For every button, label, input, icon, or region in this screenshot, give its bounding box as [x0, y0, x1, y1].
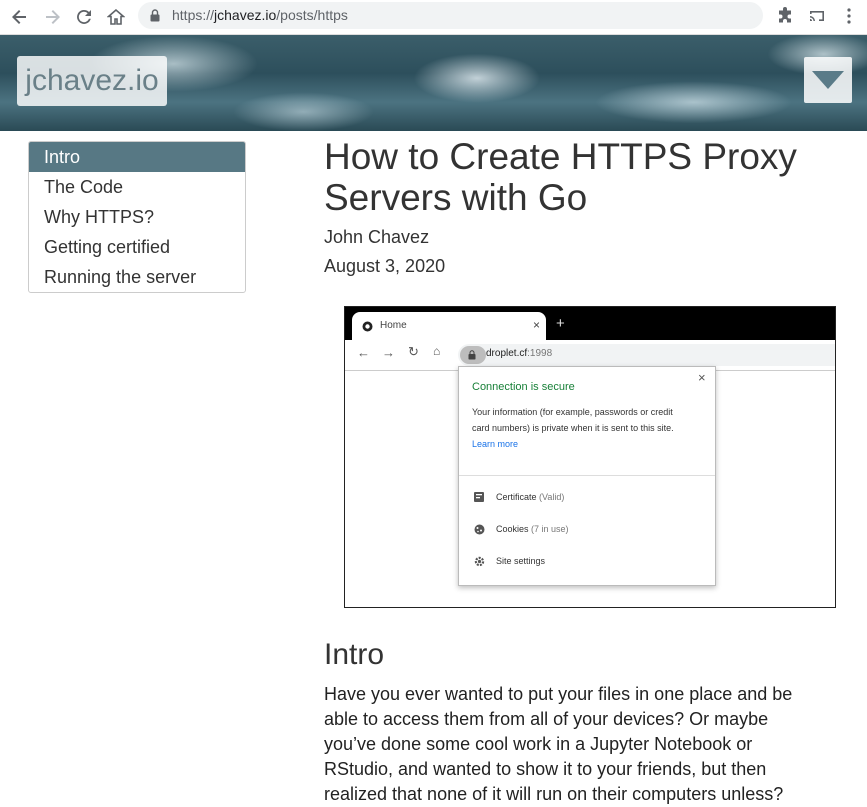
url-host: jchavez.io: [214, 7, 277, 23]
popup-divider: [459, 475, 715, 476]
certificate-row: Certificate (Valid): [496, 492, 564, 502]
figure-url-port: :1998: [527, 348, 553, 359]
cookie-icon: [474, 524, 485, 535]
article-author: John Chavez: [324, 227, 430, 247]
gear-icon: [474, 556, 485, 567]
close-icon: ×: [533, 318, 541, 332]
plus-icon: +: [556, 315, 565, 332]
certificate-label: Certificate: [496, 492, 537, 502]
article-screenshot-figure: Home × + ← → ↻ ⌂ droplet.cf:1998 × Conne…: [344, 306, 836, 608]
site-info-popup: × Connection is secure Your information …: [458, 366, 716, 586]
globe-icon: [362, 321, 373, 332]
forward-arrow-icon: →: [382, 345, 395, 360]
browser-toolbar: https://jchavez.io/posts/https: [0, 0, 867, 35]
back-arrow-icon: ←: [357, 345, 370, 360]
browser-menu-button[interactable]: [842, 7, 856, 30]
popup-title: Connection is secure: [472, 381, 575, 393]
figure-browser-tab: Home ×: [352, 312, 546, 340]
reload-icon: [77, 9, 91, 24]
home-icon: [107, 8, 125, 25]
certificate-status: (Valid): [539, 492, 565, 502]
site-settings-row: Site settings: [496, 556, 546, 566]
article-title: How to Create HTTPS Proxy Servers with G…: [324, 136, 797, 218]
popup-body-line1: Your information (for example, passwords…: [472, 407, 673, 417]
url-scheme: https://: [172, 7, 215, 23]
reload-button[interactable]: [72, 5, 96, 29]
lock-icon: [150, 9, 160, 22]
toc-item-running-the-server[interactable]: Running the server: [29, 262, 245, 292]
article-date: August 3, 2020: [324, 256, 446, 276]
home-icon: ⌂: [433, 344, 441, 358]
cookies-label: Cookies: [496, 524, 529, 534]
learn-more-link: Learn more: [472, 439, 519, 449]
puzzle-icon: [779, 7, 791, 23]
figure-tab-title: Home: [380, 320, 407, 331]
home-button[interactable]: [104, 5, 128, 29]
figure-address-bar: droplet.cf:1998: [458, 344, 835, 366]
forward-button[interactable]: [40, 5, 64, 29]
cookies-status: (7 in use): [531, 524, 569, 534]
intro-paragraph: Have you ever wanted to put your files i…: [324, 684, 793, 804]
popup-body-line2: card numbers) is private when it is sent…: [472, 423, 674, 433]
close-icon: ×: [698, 370, 706, 385]
site-logo[interactable]: jchavez.io: [17, 56, 167, 106]
certificate-icon: [474, 492, 484, 502]
url-path: /posts/https: [276, 7, 348, 23]
cast-button[interactable]: [808, 7, 826, 30]
lock-icon: [468, 350, 476, 360]
reload-icon: ↻: [408, 344, 419, 359]
back-arrow-icon: [12, 10, 26, 24]
table-of-contents: Intro The Code Why HTTPS? Getting certif…: [28, 141, 246, 293]
header-banner: jchavez.io: [0, 35, 867, 131]
url-text: https://jchavez.io/posts/https: [172, 7, 348, 23]
triangle-down-icon: [812, 71, 844, 89]
forward-arrow-icon: [46, 10, 60, 24]
figure-url-host: droplet.cf: [486, 348, 528, 359]
extensions-button[interactable]: [776, 7, 794, 30]
cookies-row: Cookies (7 in use): [496, 524, 569, 534]
toc-item-why-https[interactable]: Why HTTPS?: [29, 202, 245, 232]
cast-icon: [810, 11, 824, 21]
nav-toggle-button[interactable]: [804, 57, 852, 103]
toc-item-the-code[interactable]: The Code: [29, 172, 245, 202]
figure-url: droplet.cf:1998: [486, 348, 552, 359]
address-bar[interactable]: https://jchavez.io/posts/https: [138, 2, 763, 29]
toc-item-intro[interactable]: Intro: [29, 142, 245, 172]
toc-item-getting-certified[interactable]: Getting certified: [29, 232, 245, 262]
figure-tab-strip: Home × +: [345, 307, 835, 340]
kebab-menu-icon: [847, 8, 851, 24]
back-button[interactable]: [8, 5, 32, 29]
section-heading-intro: Intro: [324, 638, 385, 671]
